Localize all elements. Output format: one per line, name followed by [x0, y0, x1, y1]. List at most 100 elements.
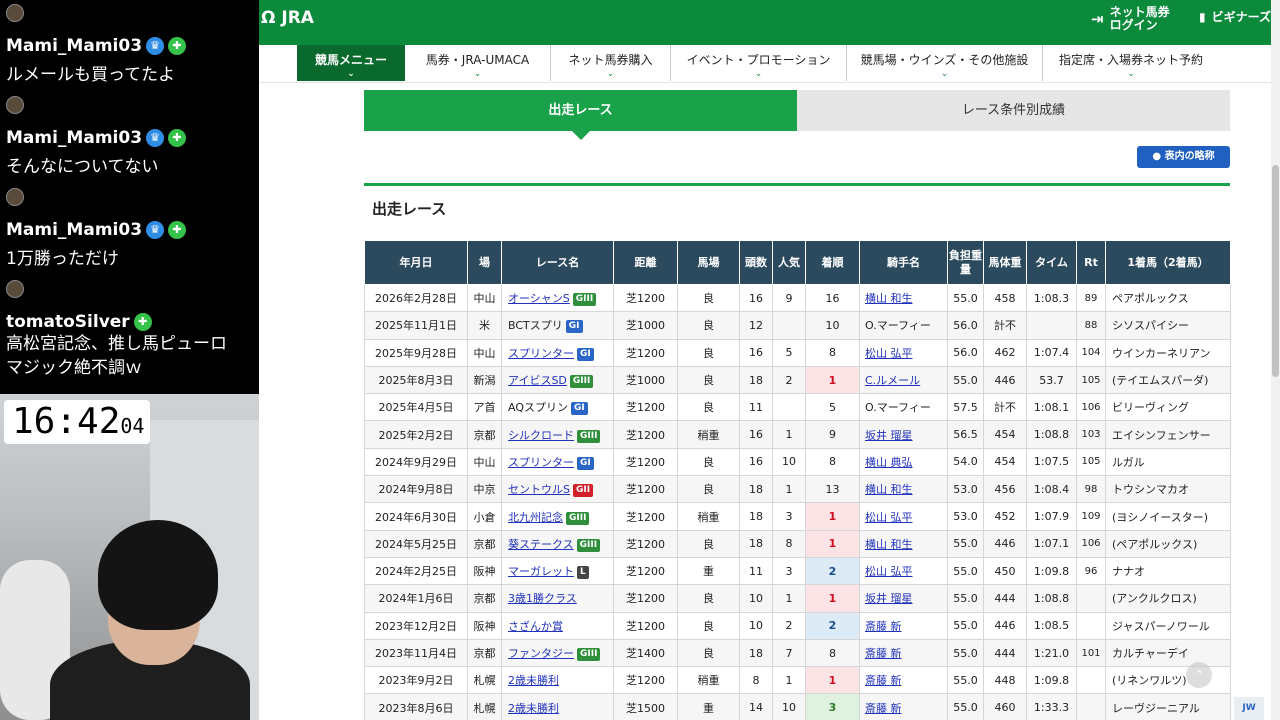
cell-venue: 京都 — [467, 420, 502, 449]
cell-body-weight: 計不 — [983, 311, 1027, 340]
moderator-badge-icon: ♛ — [146, 37, 165, 55]
jockey-link[interactable]: 横山 典弘 — [865, 456, 913, 469]
jockey-link[interactable]: C.ルメール — [865, 374, 920, 387]
cell-distance: 芝1200 — [613, 529, 678, 558]
cell-time — [1026, 311, 1077, 340]
table-row: 2024年9月8日 中京 セントウルS GII 芝1200 良 18 1 13 横山 和生 53.0… — [364, 475, 1231, 504]
cell-going: 稍重 — [677, 666, 740, 695]
race-link[interactable]: 葵ステークス — [508, 538, 574, 551]
race-link[interactable]: スプリンター — [508, 456, 574, 469]
cell-body-weight: 446 — [983, 365, 1027, 395]
chat-username: Mami_Mami03 ♛ ✚ — [6, 128, 187, 148]
jockey-link[interactable]: 松山 弘平 — [865, 347, 913, 360]
beginners-button[interactable]: ▮ ビギナーズ — [1199, 11, 1271, 24]
header-col-rating: Rt — [1076, 240, 1106, 285]
cell-runners: 11 — [739, 556, 773, 586]
header-col-weight: 負担重量 — [947, 240, 984, 285]
jra-logo[interactable]: Ω JRA — [261, 8, 314, 28]
clock-time: 16:42 — [12, 401, 121, 442]
nav-net-betting[interactable]: ネット馬券購入 ⌄ — [551, 45, 671, 81]
race-link[interactable]: 3歳1勝クラス — [508, 592, 577, 605]
race-link[interactable]: マーガレット — [508, 565, 574, 578]
cell-weight: 56.5 — [947, 420, 984, 449]
race-link[interactable]: 2歳未勝利 — [508, 702, 559, 715]
user-avatar — [6, 96, 24, 114]
grade-badge: GIII — [577, 648, 601, 661]
cell-time: 1:07.4 — [1026, 338, 1077, 367]
nav-racecourses[interactable]: 競馬場・ウインズ・その他施設 ⌄ — [847, 45, 1043, 81]
chevron-down-icon: ⌄ — [754, 69, 763, 79]
race-link[interactable]: 北九州記念 — [508, 511, 563, 524]
race-link[interactable]: さざんか賞 — [508, 620, 563, 633]
cell-date: 2023年9月2日 — [364, 666, 468, 695]
race-link[interactable]: ファンタジー — [508, 647, 574, 660]
scrollbar-thumb[interactable] — [1272, 165, 1279, 377]
cell-race: 2歳未勝利 — [501, 693, 614, 720]
cell-weight: 55.0 — [947, 529, 984, 558]
login-label: ネット馬券 ログイン — [1110, 6, 1170, 32]
cell-body-weight: 462 — [983, 338, 1027, 367]
page-scrollbar[interactable] — [1271, 0, 1280, 720]
jockey-link[interactable]: 横山 和生 — [865, 483, 913, 496]
jockey-link[interactable]: 松山 弘平 — [865, 511, 913, 524]
race-link[interactable]: シルクロード — [508, 429, 574, 442]
jockey-link[interactable]: 松山 弘平 — [865, 565, 913, 578]
cell-jockey: 松山 弘平 — [859, 502, 948, 531]
race-link[interactable]: スプリンター — [508, 347, 574, 360]
cell-venue: 阪神 — [467, 556, 502, 586]
site-badge-icon[interactable]: JW — [1234, 697, 1264, 720]
grade-badge: L — [577, 566, 589, 580]
tab-entries[interactable]: 出走レース — [364, 90, 797, 140]
cell-race: オーシャンS GIII — [501, 283, 614, 313]
cell-rating: 105 — [1076, 447, 1106, 477]
cell-time: 53.7 — [1026, 365, 1077, 395]
race-link[interactable]: オーシャンS — [508, 292, 570, 305]
cell-race: ファンタジー GIII — [501, 638, 614, 668]
nav-keiba-menu[interactable]: 競馬メニュー ⌄ — [297, 45, 405, 81]
cell-weight: 55.0 — [947, 638, 984, 668]
scroll-to-top-button[interactable]: ⌃ — [1186, 662, 1212, 688]
jockey-link[interactable]: 斎藤 新 — [865, 647, 902, 660]
table-row: 2025年9月28日 中山 スプリンター GI 芝1200 良 16 5 8 松山 弘平 56.0 4… — [364, 338, 1231, 367]
grade-badge: GIII — [566, 511, 590, 525]
table-row: 2026年2月28日 中山 オーシャンS GIII 芝1200 良 16 9 16 横山 和生 55… — [364, 283, 1231, 313]
race-link[interactable]: 2歳未勝利 — [508, 674, 559, 687]
cell-finish: 10 — [805, 311, 860, 340]
cell-time: 1:09.8 — [1026, 556, 1077, 586]
race-link[interactable]: アイビスSD — [508, 374, 567, 387]
nav-umaca[interactable]: 馬券・JRA-UMACA ⌄ — [405, 45, 551, 81]
cell-winner: ペアポルックス — [1105, 283, 1231, 313]
screen: Mami_Mami03 ♛ ✚ ルメールも買ってたよ Mami_Mami03 ♛… — [0, 0, 1280, 720]
beginners-label: ビギナーズ — [1211, 10, 1272, 24]
moderator-badge-icon: ♛ — [146, 129, 165, 147]
cell-date: 2023年11月4日 — [364, 638, 468, 668]
jockey-link[interactable]: 横山 和生 — [865, 292, 913, 305]
section-divider — [364, 183, 1230, 186]
cell-jockey: C.ルメール — [859, 365, 948, 395]
jockey-link[interactable]: 斎藤 新 — [865, 702, 902, 715]
chat-username: tomatoSilver ✚ — [6, 312, 152, 332]
cell-finish: 16 — [805, 283, 860, 313]
cell-date: 2024年9月8日 — [364, 475, 468, 504]
cell-race: 葵ステークス GIII — [501, 529, 614, 558]
cell-popularity: 7 — [772, 638, 806, 668]
nav-label: ネット馬券購入 — [568, 53, 653, 67]
chat-text-line: 高松宮記念、推し馬ピューロ — [6, 334, 227, 354]
jockey-link[interactable]: 横山 和生 — [865, 538, 913, 551]
jockey-link[interactable]: 坂井 瑠星 — [865, 429, 913, 442]
abbreviation-legend-button[interactable]: ● 表内の略称 — [1137, 146, 1230, 168]
cell-race: アイビスSD GIII — [501, 365, 614, 395]
webcam-person-hair — [98, 520, 218, 630]
table-row: 2024年5月25日 京都 葵ステークス GIII 芝1200 良 18 8 1 横山 和生 55.… — [364, 529, 1231, 558]
cell-weight: 57.5 — [947, 393, 984, 422]
section-title: 出走レース — [372, 200, 447, 218]
tab-results-by-condition[interactable]: レース条件別成績 — [797, 90, 1230, 131]
nav-reserved-seats[interactable]: 指定席・入場券ネット予約 ⌄ — [1043, 45, 1219, 81]
jockey-link[interactable]: 坂井 瑠星 — [865, 592, 913, 605]
race-link[interactable]: セントウルS — [508, 483, 570, 496]
nav-events[interactable]: イベント・プロモーション ⌄ — [671, 45, 847, 81]
jockey-link[interactable]: 斎藤 新 — [865, 620, 902, 633]
cell-runners: 18 — [739, 502, 773, 531]
net-betting-login-button[interactable]: ⇥ ネット馬券 ログイン — [1091, 6, 1170, 32]
jockey-link[interactable]: 斎藤 新 — [865, 674, 902, 687]
